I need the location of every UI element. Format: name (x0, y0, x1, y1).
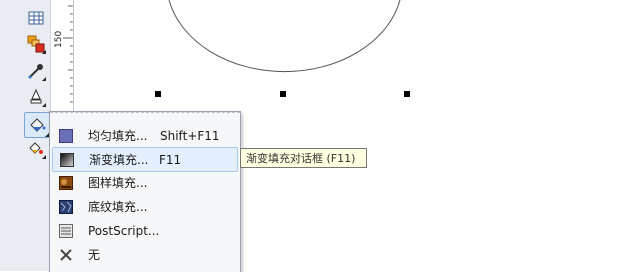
menu-item-uniform-fill[interactable]: 均匀填充... Shift+F11 (52, 124, 238, 147)
menu-item-postscript-fill[interactable]: PostScript... (52, 219, 238, 242)
pattern-fill-icon (58, 175, 74, 191)
tooltip: 渐变填充对话框 (F11) (240, 148, 367, 168)
toolbox (0, 0, 51, 271)
no-fill-icon (58, 247, 74, 263)
uniform-fill-icon (58, 128, 74, 144)
ruler-label: 150 (54, 30, 64, 48)
menu-item-label: PostScript... (88, 223, 160, 238)
postscript-fill-icon (58, 223, 74, 239)
menu-item-shortcut: F11 (159, 152, 182, 167)
menu-item-pattern-fill[interactable]: 图样填充... (52, 171, 238, 194)
menu-item-fountain-fill[interactable]: 渐变填充... F11 (52, 147, 238, 172)
texture-fill-icon (58, 199, 74, 215)
menu-item-label: 无 (88, 248, 101, 262)
table-tool-icon[interactable] (26, 8, 46, 28)
menu-item-shortcut: Shift+F11 (160, 128, 220, 143)
outline-tool-icon[interactable] (26, 87, 46, 107)
eyedropper-tool-icon[interactable] (26, 61, 46, 81)
fountain-fill-icon (59, 152, 75, 168)
fill-flyout-menu: 均匀填充... Shift+F11 渐变填充... F11 图样填充... 底纹… (49, 111, 241, 272)
blend-tool-icon[interactable] (26, 34, 46, 54)
menu-item-label: 渐变填充... (89, 153, 149, 167)
menu-item-texture-fill[interactable]: 底纹填充... (52, 195, 238, 218)
menu-item-label: 底纹填充... (88, 200, 148, 214)
menu-item-label: 图样填充... (88, 176, 148, 190)
selection-handle-left[interactable] (155, 91, 161, 97)
menu-item-no-fill[interactable]: 无 (52, 243, 238, 266)
interactive-fill-tool-icon[interactable] (26, 139, 46, 159)
fill-tool-icon[interactable] (24, 112, 50, 138)
menu-item-label: 均匀填充... (88, 129, 148, 143)
selection-handle-middle[interactable] (280, 91, 286, 97)
selection-handle-right[interactable] (404, 91, 410, 97)
tooltip-text: 渐变填充对话框 (F11) (246, 152, 356, 165)
